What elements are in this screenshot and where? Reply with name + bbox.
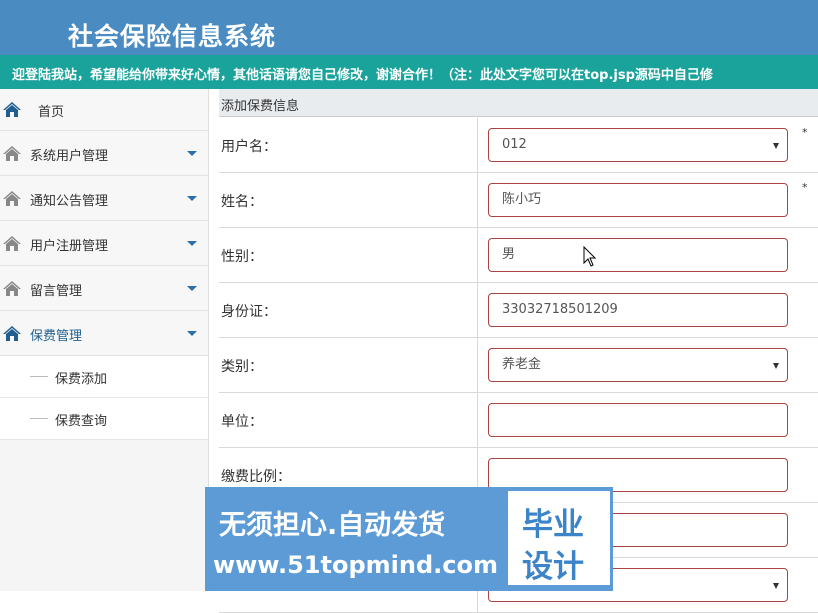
field-label: 单位： [221, 414, 263, 430]
caret-down-icon [187, 331, 197, 336]
form-row-category: 类别： 养老金 [219, 338, 818, 393]
sidebar-subitem-query-premium[interactable]: 保费查询 [0, 398, 208, 440]
field-label: 缴费比例： [221, 469, 291, 485]
cell-divider [477, 338, 478, 393]
sidebar-item-label: 系统用户管理 [30, 149, 109, 164]
home-icon [3, 236, 21, 251]
cell-divider [477, 228, 478, 283]
sidebar-item-label: 留言管理 [30, 284, 83, 299]
field-label: 身份证： [221, 304, 277, 320]
dropdown-arrow-icon [773, 583, 779, 589]
field-label: 性别： [221, 249, 263, 265]
sidebar-item-home[interactable]: 首页 [0, 89, 208, 131]
sidebar-item-label: 通知公告管理 [30, 194, 109, 209]
select-value: 养老金 [502, 357, 542, 372]
form-row-gender: 性别： 男 [219, 228, 818, 283]
badge-text: 毕业 [522, 507, 584, 543]
sidebar-subitem-label: 保费添加 [55, 372, 108, 387]
field-label: 类别： [221, 359, 263, 375]
tree-line [30, 376, 48, 377]
sidebar-subitem-add-premium[interactable]: 保费添加 [0, 356, 208, 398]
required-marker: * [802, 181, 808, 194]
notice-marquee: 迎登陆我站，希望能给你带来好心情，其他话语请您自己修改，谢谢合作！（注：此处文字… [0, 55, 818, 89]
sidebar-item-notices[interactable]: 通知公告管理 [0, 176, 208, 221]
form-row-name: 姓名： 陈小巧 * [219, 173, 818, 228]
home-icon [3, 191, 21, 206]
field-label: 用户名： [221, 139, 277, 155]
form-row-username: 用户名： 012 * [219, 118, 818, 173]
name-input[interactable]: 陈小巧 [488, 183, 788, 217]
sidebar-item-label: 首页 [38, 105, 65, 120]
employer-input[interactable] [488, 403, 788, 437]
required-marker: * [802, 126, 808, 139]
sidebar: 首页 系统用户管理 通知公告管理 用户注册管理 留言管理 保费管理 保费添加 保… [0, 89, 209, 591]
cell-divider [477, 118, 478, 173]
marquee-text: 迎登陆我站，希望能给你带来好心情，其他话语请您自己修改，谢谢合作！（注：此处文字… [12, 68, 713, 83]
caret-down-icon [187, 241, 197, 246]
dropdown-arrow-icon [773, 363, 779, 369]
mouse-cursor-icon [583, 246, 597, 267]
form-row-id-card: 身份证： 33032718501209 [219, 283, 818, 338]
field-label: 姓名： [221, 194, 263, 210]
home-icon [3, 146, 21, 161]
app-header: 社会保险信息系统 [0, 0, 818, 55]
home-icon [3, 326, 21, 341]
badge-text: 设计 [522, 549, 584, 585]
caret-down-icon [187, 286, 197, 291]
select-value: 012 [502, 137, 527, 152]
gender-input[interactable]: 男 [488, 238, 788, 272]
sidebar-item-label: 用户注册管理 [30, 239, 109, 254]
cell-divider [477, 393, 478, 448]
watermark-url: www.51topmind.com [213, 551, 498, 579]
caret-down-icon [187, 196, 197, 201]
cell-divider [477, 173, 478, 228]
watermark-slogan: 无须担心.自动发货 [219, 510, 446, 541]
id-card-input[interactable]: 33032718501209 [488, 293, 788, 327]
watermark-badge: 毕业 设计 [506, 489, 612, 587]
sidebar-item-label: 保费管理 [30, 329, 83, 344]
form-row-employer: 单位： [219, 393, 818, 448]
dropdown-arrow-icon [773, 143, 779, 149]
home-icon [3, 281, 21, 296]
category-select[interactable]: 养老金 [488, 348, 788, 382]
sidebar-item-system-users[interactable]: 系统用户管理 [0, 131, 208, 176]
tree-line [30, 418, 48, 419]
caret-down-icon [187, 151, 197, 156]
username-select[interactable]: 012 [488, 128, 788, 162]
sidebar-item-messages[interactable]: 留言管理 [0, 266, 208, 311]
sidebar-subitem-label: 保费查询 [55, 414, 108, 429]
watermark-banner: 无须担心.自动发货 www.51topmind.com 毕业 设计 [205, 487, 613, 591]
home-icon [3, 102, 21, 117]
sidebar-item-registrations[interactable]: 用户注册管理 [0, 221, 208, 266]
sidebar-item-premiums[interactable]: 保费管理 [0, 311, 208, 356]
form-title-bar: 添加保费信息 [219, 89, 818, 117]
form-title: 添加保费信息 [221, 99, 300, 114]
cell-divider [477, 283, 478, 338]
app-title: 社会保险信息系统 [68, 22, 277, 51]
